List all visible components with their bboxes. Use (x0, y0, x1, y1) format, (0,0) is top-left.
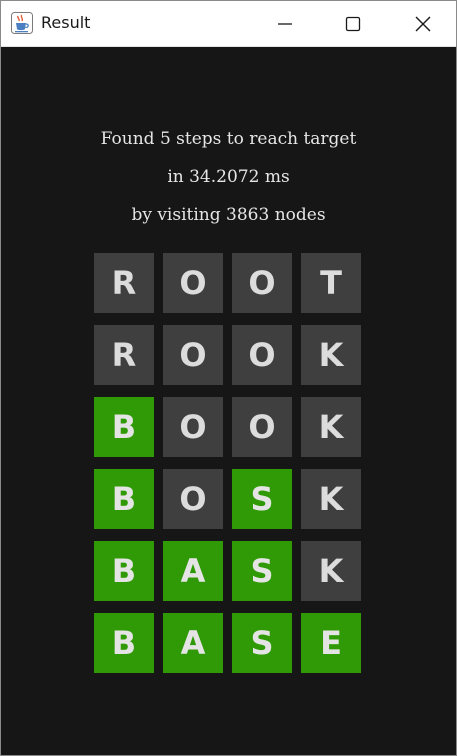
maximize-icon (345, 16, 361, 31)
letter-tile: O (163, 325, 223, 385)
result-window: Result Found 5 steps to reach target in … (0, 0, 457, 756)
letter-tile-match: S (232, 613, 292, 673)
result-panel: Found 5 steps to reach target in 34.2072… (1, 47, 456, 755)
letter-tile-match: S (232, 541, 292, 601)
word-ladder-board: ROOTROOKBOOKBOSKBASKBASE (94, 253, 362, 685)
letter-tile-match: B (94, 469, 154, 529)
java-cup-icon (11, 12, 33, 34)
letter-tile-match: B (94, 541, 154, 601)
letter-tile: K (301, 469, 361, 529)
letter-tile: R (94, 253, 154, 313)
letter-tile-match: A (163, 541, 223, 601)
minimize-icon (278, 22, 292, 25)
letter-tile: O (232, 325, 292, 385)
maximize-button[interactable] (318, 1, 388, 46)
window-title: Result (41, 13, 91, 32)
word-row: BOSK (94, 469, 362, 529)
word-row: BOOK (94, 397, 362, 457)
close-icon (415, 16, 431, 31)
word-row: ROOT (94, 253, 362, 313)
time-summary: in 34.2072 ms (167, 167, 290, 187)
letter-tile: R (94, 325, 154, 385)
letter-tile-match: B (94, 613, 154, 673)
letter-tile: O (163, 253, 223, 313)
letter-tile-match: S (232, 469, 292, 529)
word-row: BASE (94, 613, 362, 673)
letter-tile: O (232, 253, 292, 313)
letter-tile: O (163, 469, 223, 529)
letter-tile: T (301, 253, 361, 313)
letter-tile: K (301, 397, 361, 457)
letter-tile: K (301, 541, 361, 601)
word-row: BASK (94, 541, 362, 601)
letter-tile-match: B (94, 397, 154, 457)
minimize-button[interactable] (250, 1, 320, 46)
nodes-summary: by visiting 3863 nodes (131, 205, 326, 225)
letter-tile: O (163, 397, 223, 457)
letter-tile-match: E (301, 613, 361, 673)
steps-summary: Found 5 steps to reach target (100, 129, 357, 149)
title-bar[interactable]: Result (1, 1, 456, 47)
close-button[interactable] (388, 1, 456, 46)
letter-tile: K (301, 325, 361, 385)
letter-tile: O (232, 397, 292, 457)
letter-tile-match: A (163, 613, 223, 673)
word-row: ROOK (94, 325, 362, 385)
